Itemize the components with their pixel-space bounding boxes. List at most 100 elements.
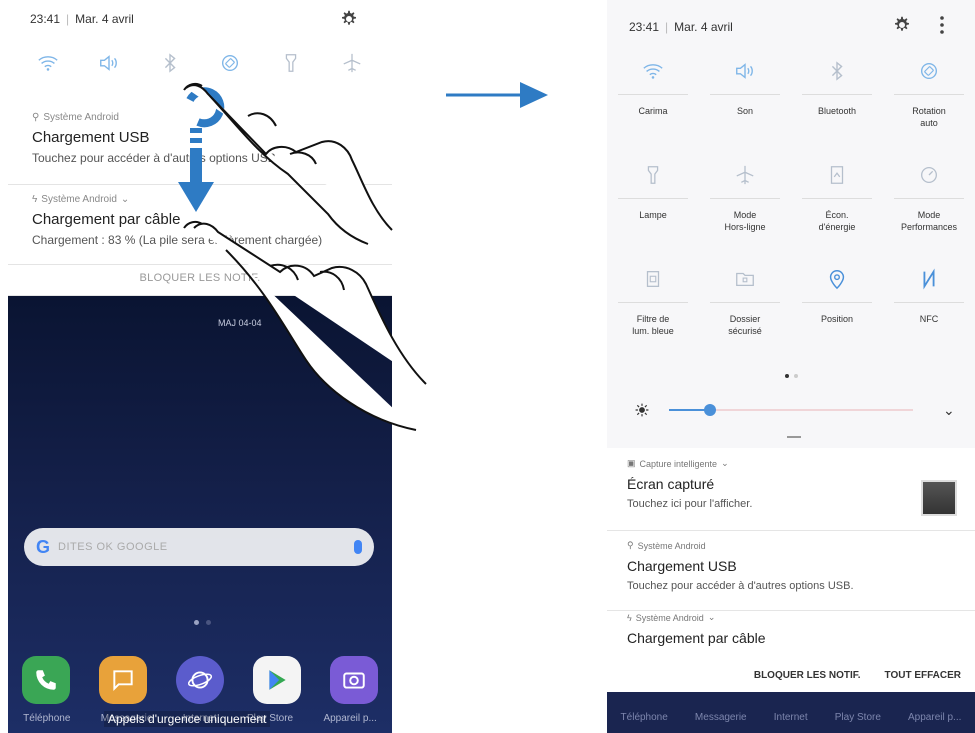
usb-icon: ⚲	[627, 540, 634, 550]
page-indicator	[785, 374, 798, 378]
tile-rotation[interactable]: Rotation auto	[884, 52, 974, 156]
status-separator: |	[66, 12, 70, 26]
tile-nfc[interactable]: NFC	[884, 260, 974, 364]
notification-usb[interactable]: ⚲ Système Android Chargement USB Touchez …	[627, 540, 967, 592]
flashlight-icon	[642, 156, 664, 194]
notification-list: ▣ Capture intelligente ⌄ Écran capturé Tou…	[607, 448, 975, 658]
tile-label: Bluetooth	[817, 106, 857, 116]
chevron-down-icon[interactable]: ⌄	[943, 402, 955, 419]
dock-label: Messagerie	[694, 712, 747, 723]
status-time: 23:41	[629, 20, 660, 34]
divider	[607, 610, 975, 611]
dock-label: Appareil p...	[323, 713, 377, 724]
tile-row: Filtre de lum. bleue Dossier sécurisé Po…	[607, 260, 975, 364]
sound-icon[interactable]	[98, 52, 120, 79]
google-search-bar[interactable]: G DITES OK GOOGLE	[24, 528, 374, 566]
bluetooth-icon	[826, 52, 848, 90]
brightness-thumb[interactable]	[704, 404, 717, 416]
tile-label: Filtre de lum. bleue	[632, 314, 674, 336]
chevron-down-icon[interactable]: ⌄	[721, 458, 729, 469]
status-bar: 23:41 | Mar. 4 avril	[30, 12, 134, 26]
microphone-icon[interactable]	[354, 540, 362, 554]
divider	[802, 198, 872, 199]
search-placeholder: DITES OK GOOGLE	[58, 541, 168, 553]
divider	[894, 94, 964, 95]
dock-label: Internet	[773, 712, 808, 723]
page-dot	[794, 374, 798, 378]
tile-bluetooth[interactable]: Bluetooth	[792, 52, 882, 156]
emergency-calls-label: Appels d'urgence uniquement	[104, 711, 271, 727]
google-logo-icon: G	[36, 536, 51, 557]
tile-label: Dossier sécurisé	[728, 314, 762, 336]
notification-cable-charging[interactable]: ϟ Système Android ⌄ Chargement par câble	[627, 612, 967, 646]
chevron-down-icon[interactable]: ⌄	[121, 194, 129, 205]
tile-row: Lampe Mode Hors-ligne Écon. d'énergie Mo…	[607, 156, 975, 260]
gear-icon[interactable]	[340, 10, 358, 28]
tile-row: Carima Son Bluetooth Rotation auto	[607, 52, 975, 156]
tile-location[interactable]: Position	[792, 260, 882, 364]
more-options-icon[interactable]	[937, 14, 947, 36]
screenshot-thumbnail[interactable]	[921, 480, 957, 516]
tile-wifi[interactable]: Carima	[608, 52, 698, 156]
brightness-icon	[635, 403, 649, 417]
status-date: Mar. 4 avril	[75, 12, 134, 26]
image-icon: ▣	[627, 458, 636, 468]
notification-source: ▣ Capture intelligente ⌄	[627, 458, 729, 469]
right-phone-screen: 23:41 | Mar. 4 avril Carima Son Bluetoot…	[607, 0, 975, 733]
notification-actions: BLOQUER LES NOTIF. TOUT EFFACER	[607, 658, 975, 692]
tile-label: Son	[736, 106, 753, 116]
page-dot	[785, 374, 789, 378]
dock-label: Téléphone	[23, 713, 71, 724]
brightness-slider[interactable]: ⌄	[631, 400, 961, 420]
tile-power-saving[interactable]: Écon. d'énergie	[792, 156, 882, 260]
tile-label: Lampe	[639, 210, 667, 220]
charging-icon: ϟ	[32, 194, 38, 205]
divider	[894, 302, 964, 303]
status-time: 23:41	[30, 12, 61, 26]
divider	[618, 198, 688, 199]
dock-label: Téléphone	[620, 712, 668, 723]
camera-app-icon[interactable]	[329, 656, 378, 704]
play-store-app-icon[interactable]	[252, 656, 301, 704]
nfc-icon	[918, 260, 940, 298]
notification-subtitle: Touchez ici pour l'afficher.	[627, 498, 753, 510]
block-notifications-button[interactable]: BLOQUER LES NOTIF.	[754, 670, 861, 681]
tile-label: Mode Hors-ligne	[724, 210, 766, 232]
rotation-icon	[918, 52, 940, 90]
divider	[618, 302, 688, 303]
swipe-gesture-illustration	[178, 82, 427, 431]
phone-app-icon[interactable]	[22, 656, 71, 704]
notification-title: Chargement USB	[627, 558, 737, 574]
divider	[710, 302, 780, 303]
page-indicator-dot	[206, 620, 211, 625]
tile-label: Carima	[638, 106, 668, 116]
tile-secure-folder[interactable]: Dossier sécurisé	[700, 260, 790, 364]
gear-icon[interactable]	[893, 16, 911, 34]
charging-icon: ϟ	[627, 612, 632, 623]
notification-subtitle: Touchez pour accéder à d'autres options …	[627, 580, 854, 592]
dock-label: Play Store	[834, 712, 881, 723]
notification-screenshot[interactable]: ▣ Capture intelligente ⌄ Écran capturé Tou…	[627, 458, 967, 510]
panel-handle[interactable]	[787, 436, 801, 438]
messages-app-icon[interactable]	[99, 656, 148, 704]
internet-app-icon[interactable]	[175, 656, 224, 704]
clear-all-button[interactable]: TOUT EFFACER	[885, 670, 961, 681]
wifi-icon[interactable]	[37, 52, 59, 79]
divider	[607, 530, 975, 531]
page-indicator-dot	[194, 620, 199, 625]
notification-source: ⚲ Système Android	[627, 540, 706, 551]
chevron-down-icon[interactable]: ⌄	[708, 612, 716, 623]
tile-airplane[interactable]: Mode Hors-ligne	[700, 156, 790, 260]
tile-flashlight[interactable]: Lampe	[608, 156, 698, 260]
divider	[894, 198, 964, 199]
tile-sound[interactable]: Son	[700, 52, 790, 156]
usb-icon: ⚲	[32, 112, 40, 123]
tile-label: Rotation auto	[912, 106, 946, 128]
divider	[802, 302, 872, 303]
tile-performance[interactable]: Mode Performances	[884, 156, 974, 260]
tile-blue-light[interactable]: Filtre de lum. bleue	[608, 260, 698, 364]
app-dock	[8, 650, 392, 710]
location-icon	[826, 260, 848, 298]
status-separator: |	[665, 20, 669, 34]
notification-source: ϟ Système Android ⌄	[627, 612, 716, 623]
